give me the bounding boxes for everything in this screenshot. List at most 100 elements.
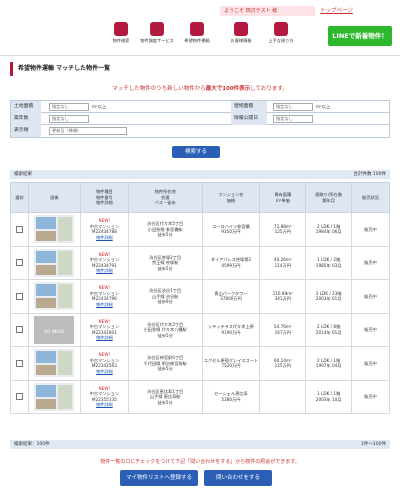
- walk-time: 徒歩5分: [157, 332, 173, 338]
- nav-customer-info[interactable]: お客様情報: [224, 22, 258, 52]
- unit-price: 341万円: [274, 296, 291, 302]
- page-title: 希望物件運輸 マッチした物件一覧: [10, 62, 390, 76]
- row-checkbox[interactable]: [15, 359, 23, 367]
- results-header: 検索結果 合計件数 100件: [10, 170, 390, 179]
- building-area-label: 建物面積: [231, 101, 267, 113]
- price: 7520万円: [221, 363, 241, 369]
- row-checkbox[interactable]: [15, 225, 23, 233]
- image-cell: [27, 245, 81, 280]
- property-thumbnail[interactable]: [34, 349, 75, 378]
- built-date: 1985年 03月: [315, 262, 342, 268]
- location-cell: 渋谷区代々木5丁目 小田急線 参宮橋駅 徒歩5分: [127, 212, 203, 247]
- unit-price: 125万円: [274, 229, 291, 235]
- row-checkbox[interactable]: [15, 393, 23, 401]
- status-cell: 販売中: [351, 212, 390, 247]
- age-select[interactable]: 指定なし: [49, 115, 89, 123]
- sale-status: 販売中: [364, 327, 377, 332]
- plan-cell: 2 LDK / 1階 1997年 04月: [305, 346, 353, 381]
- col-select: 選択: [10, 182, 29, 213]
- table-row: NEW! 中古マンション M22434788 物件詳細 渋谷区代々木5丁目 小田急線 参宮…: [10, 212, 390, 247]
- results-header-left: 検索結果: [14, 172, 32, 177]
- nav-wish-property[interactable]: 希望物件運輸: [180, 22, 214, 52]
- property-detail-link[interactable]: 物件詳細: [81, 335, 128, 341]
- built-date: 1997年 04月: [315, 363, 342, 369]
- area-cell: 60.14m² 125万円: [259, 346, 307, 381]
- land-area-select[interactable]: 指定なし: [49, 103, 89, 111]
- row-checkbox[interactable]: [15, 259, 23, 267]
- property-detail-link[interactable]: 物件詳細: [81, 268, 128, 274]
- area-cell: 110.89m² 341万円: [259, 279, 307, 314]
- row-checkbox[interactable]: [15, 326, 23, 334]
- info-date-select[interactable]: 指定なし: [273, 115, 313, 123]
- nav-label: お客様情報: [230, 38, 252, 43]
- property-thumbnail[interactable]: [34, 215, 75, 244]
- site-header: ようこそ 田辺テスト 様 トップページ 物件検索 物件調査サービス 希望物件運輸…: [0, 0, 400, 56]
- built-date: 2003年 10月: [315, 396, 342, 402]
- col-plan: 間取り/所在階 築年月: [305, 182, 353, 213]
- nav-rental-tips[interactable]: 上手な借り方: [264, 22, 298, 52]
- table-row: NEW! 中古マンション M22434796 物件詳細 渋谷区渋谷1丁目 山手線 渋谷駅徒…: [10, 279, 390, 314]
- col-area: 専有面積 m²単価: [259, 182, 307, 213]
- nav-label: 物件調査サービス: [140, 38, 174, 43]
- location-cell: 渋谷区恵比寿1丁目 山手線 恵比寿駅 徒歩5分: [127, 379, 203, 414]
- info-date-label: 情報公開日: [231, 113, 267, 125]
- built-date: 1984年 06月: [315, 229, 342, 235]
- name-cell: シティテラス代々木上原 9190万円: [201, 312, 261, 347]
- property-thumbnail[interactable]: [34, 282, 75, 311]
- type-cell: NEW! 中古マンション M22434796 物件詳細: [79, 279, 129, 314]
- search-button[interactable]: 検索する: [172, 146, 220, 158]
- walk-time: 徒歩5分: [157, 232, 173, 237]
- property-detail-link[interactable]: 物件詳細: [81, 402, 128, 408]
- search-form: 土地面積 指定なし m²以上 建物面積 指定なし m²以上 築年数 指定なし 情…: [10, 100, 390, 138]
- type-cell: NEW! 中古マンション M22434791 物件詳細: [79, 245, 129, 280]
- property-detail-link[interactable]: 物件詳細: [81, 235, 128, 241]
- location-cell: 渋谷区渋谷1丁目 山手線 渋谷駅 徒歩9分: [127, 279, 203, 314]
- welcome-banner: ようこそ 田辺テスト 様: [220, 6, 315, 16]
- image-cell: [27, 212, 81, 247]
- results-table: 選択 画像 物件種目 物件番号 物件詳細 物件所在地 交通 バス・徒歩 マンショ…: [10, 182, 390, 414]
- top-page-link[interactable]: トップページ: [320, 6, 353, 16]
- built-date: 2003年 01月: [315, 296, 342, 302]
- select-cell: [10, 312, 29, 347]
- name-cell: ユーロハイツ参宮橋 9150万円: [201, 212, 261, 247]
- walk-time: 徒歩5分: [157, 366, 173, 371]
- price: 9190万円: [221, 329, 241, 335]
- notice-post: しております。: [250, 86, 288, 92]
- search-icon: [114, 22, 128, 36]
- order-label: 表示順: [11, 125, 41, 137]
- notice-pre: マッチした物件のうち新しい物件から: [112, 86, 206, 92]
- add-to-list-button[interactable]: マイ物件リストへ登録する: [120, 470, 198, 486]
- image-cell: [27, 379, 81, 414]
- property-detail-link[interactable]: 物件詳細: [81, 369, 128, 375]
- sale-status: 販売中: [364, 293, 377, 299]
- person-icon: [234, 22, 248, 36]
- form-row-age: 築年数 指定なし 情報公開日 指定なし: [11, 113, 389, 125]
- status-cell: 販売中: [351, 346, 390, 381]
- building-area-select[interactable]: 指定なし: [273, 103, 313, 111]
- mail-icon: [190, 22, 204, 36]
- line-new-property-button[interactable]: LINEで新着物件！: [328, 26, 392, 46]
- select-cell: [10, 212, 29, 247]
- select-cell: [10, 245, 29, 280]
- mansion-name: ダイアパレス笹塚第2: [210, 257, 252, 263]
- form-row-area: 土地面積 指定なし m²以上 建物面積 指定なし m²以上: [11, 101, 389, 113]
- inquire-button[interactable]: 問い合わせをする: [204, 470, 272, 486]
- building-area-unit: m²以上: [316, 104, 331, 109]
- nav-property-search[interactable]: 物件検索: [104, 22, 138, 52]
- order-select[interactable]: 更新日（降順）: [49, 127, 127, 135]
- property-detail-link[interactable]: 物件詳細: [81, 302, 128, 308]
- house-search-icon: [150, 22, 164, 36]
- table-row: NEW! 中古マンション M22434791 物件詳細 渋谷区笹塚2丁目 京王線 笹塚駅徒…: [10, 245, 390, 280]
- col-name: マンション名 価格: [201, 182, 261, 213]
- plan-cell: 2 LDK / 1階 1984年 06月: [305, 212, 353, 247]
- status-cell: 販売中: [351, 312, 390, 347]
- sale-status: 販売中: [364, 226, 377, 232]
- table-header-row: 選択 画像 物件種目 物件番号 物件詳細 物件所在地 交通 バス・徒歩 マンショ…: [10, 182, 390, 213]
- nav-property-research[interactable]: 物件調査サービス: [140, 22, 174, 52]
- land-area-label: 土地面積: [11, 101, 41, 113]
- property-thumbnail[interactable]: [34, 382, 75, 411]
- location-cell: 渋谷区神宮前6丁目 千代田線 明治神宮前駅 徒歩5分: [127, 346, 203, 381]
- results-total: 合計件数 100件: [353, 172, 386, 177]
- row-checkbox[interactable]: [15, 292, 23, 300]
- property-thumbnail[interactable]: [34, 248, 75, 277]
